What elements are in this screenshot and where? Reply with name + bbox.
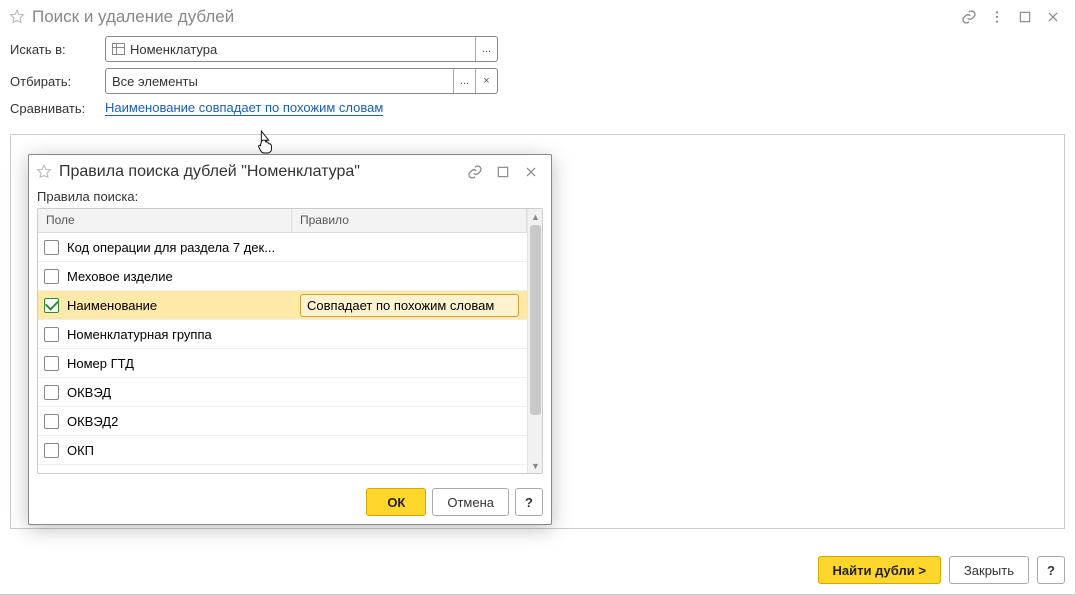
- table-row[interactable]: ОКП: [38, 436, 527, 465]
- row-checkbox[interactable]: [44, 356, 59, 371]
- close-button[interactable]: Закрыть: [949, 556, 1029, 584]
- favorite-star-icon[interactable]: [8, 8, 26, 26]
- maximize-icon[interactable]: [491, 160, 515, 184]
- col-rule[interactable]: Правило: [292, 209, 527, 232]
- row-field-label: ОКВЭД: [67, 385, 111, 400]
- dialog-title: Правила поиска дублей "Номенклатура": [59, 163, 463, 181]
- help-button[interactable]: ?: [1037, 556, 1065, 584]
- rules-label: Правила поиска:: [37, 189, 543, 204]
- dialog-help-button[interactable]: ?: [515, 488, 543, 516]
- row-field-label: Номер ГТД: [67, 356, 134, 371]
- search-in-ellipsis-button[interactable]: ...: [475, 37, 497, 61]
- link-icon[interactable]: [957, 5, 981, 29]
- more-menu-icon[interactable]: [985, 5, 1009, 29]
- scroll-thumb[interactable]: [530, 225, 541, 415]
- filter-value: Все элементы: [112, 74, 198, 89]
- row-rule-value: [292, 436, 527, 464]
- form-area: Искать в: Номенклатура ... Отбирать: Все…: [0, 34, 1075, 132]
- close-icon[interactable]: [519, 160, 543, 184]
- row-rule-value: [292, 262, 527, 290]
- search-in-value: Номенклатура: [130, 42, 217, 57]
- filter-ellipsis-button[interactable]: ...: [453, 69, 475, 93]
- row-checkbox[interactable]: [44, 443, 59, 458]
- table-row[interactable]: Номер ГТД: [38, 349, 527, 378]
- row-rule-value: [292, 407, 527, 435]
- table-icon: [112, 43, 125, 55]
- maximize-icon[interactable]: [1013, 5, 1037, 29]
- row-field-label: ОКВЭД2: [67, 414, 118, 429]
- compare-link[interactable]: Наименование совпадает по похожим словам: [105, 100, 383, 116]
- row-field-label: Наименование: [67, 298, 157, 313]
- scrollbar[interactable]: ▲ ▼: [527, 209, 542, 473]
- row-field-label: Код операции для раздела 7 дек...: [67, 240, 275, 255]
- grid-header: Поле Правило: [38, 209, 527, 233]
- row-field-label: Меховое изделие: [67, 269, 173, 284]
- bottom-bar: Найти дубли > Закрыть ?: [0, 556, 1075, 584]
- table-row[interactable]: ОКВЭД2: [38, 407, 527, 436]
- table-row[interactable]: Номенклатурная группа: [38, 320, 527, 349]
- link-icon[interactable]: [463, 160, 487, 184]
- filter-label: Отбирать:: [10, 74, 105, 89]
- table-row[interactable]: ОКВЭД: [38, 378, 527, 407]
- ok-button[interactable]: ОК: [366, 488, 426, 516]
- cancel-button[interactable]: Отмена: [432, 488, 509, 516]
- row-checkbox[interactable]: [44, 385, 59, 400]
- row-rule-value: [292, 349, 527, 377]
- row-rule-value[interactable]: Совпадает по похожим словам: [300, 294, 519, 317]
- row-field-label: ОКП: [67, 443, 94, 458]
- row-rule-value: [292, 378, 527, 406]
- rules-dialog: Правила поиска дублей "Номенклатура" Пра…: [28, 154, 552, 525]
- window-title: Поиск и удаление дублей: [32, 7, 957, 27]
- titlebar: Поиск и удаление дублей: [0, 0, 1075, 34]
- scroll-up-icon[interactable]: ▲: [528, 209, 543, 224]
- row-checkbox[interactable]: [44, 269, 59, 284]
- find-duplicates-button[interactable]: Найти дубли >: [818, 556, 941, 584]
- close-icon[interactable]: [1041, 5, 1065, 29]
- favorite-star-icon[interactable]: [35, 163, 53, 181]
- filter-clear-button[interactable]: ×: [475, 69, 497, 93]
- row-rule-value: [292, 320, 527, 348]
- row-field-label: Номенклатурная группа: [67, 327, 212, 342]
- table-row[interactable]: Меховое изделие: [38, 262, 527, 291]
- row-checkbox[interactable]: [44, 414, 59, 429]
- col-field[interactable]: Поле: [38, 209, 292, 232]
- search-in-picker[interactable]: Номенклатура ...: [105, 36, 498, 62]
- compare-label: Сравнивать:: [10, 101, 105, 116]
- scroll-down-icon[interactable]: ▼: [528, 458, 543, 473]
- row-checkbox[interactable]: [44, 327, 59, 342]
- row-rule-value: [292, 233, 527, 261]
- row-checkbox[interactable]: [44, 298, 59, 313]
- table-row[interactable]: Код операции для раздела 7 дек...: [38, 233, 527, 262]
- row-checkbox[interactable]: [44, 240, 59, 255]
- filter-picker[interactable]: Все элементы ... ×: [105, 68, 498, 94]
- search-in-label: Искать в:: [10, 42, 105, 57]
- rules-grid: Поле Правило Код операции для раздела 7 …: [37, 208, 543, 474]
- table-row[interactable]: Наименование Совпадает по похожим словам: [38, 291, 527, 320]
